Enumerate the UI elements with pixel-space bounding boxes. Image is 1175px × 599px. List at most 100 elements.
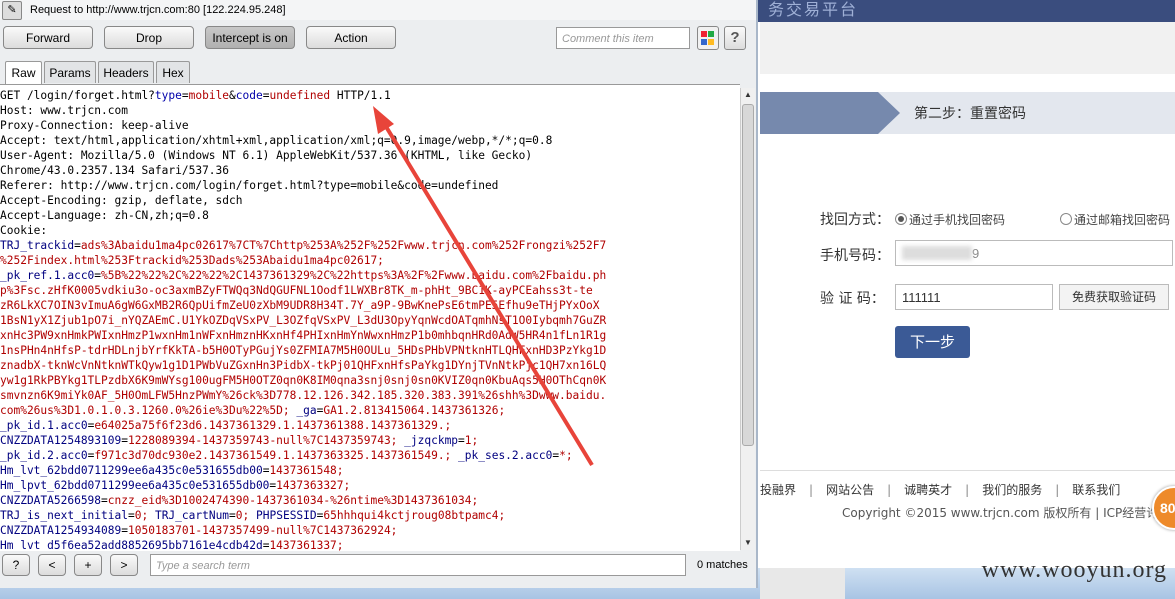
param-name: code (235, 89, 263, 102)
action-button[interactable]: Action (306, 26, 396, 49)
cookie-eq: = (229, 509, 236, 522)
header-line: Accept-Encoding: gzip, deflate, sdch (0, 194, 243, 207)
cookie-value: cnzz_eid%3D1002474390-1437361034-%26ntim… (107, 494, 479, 507)
code-input[interactable]: 111111 (895, 284, 1053, 310)
param-value: undefined (269, 89, 331, 102)
cookie-name: Hm_lpvt_62bdd0711299ee6a435c0e531655db00 (0, 479, 270, 492)
cookie-name: TRJ_cartNum (154, 509, 230, 522)
taskbar-item[interactable] (760, 568, 845, 599)
param-eq: = (181, 89, 189, 102)
param-amp: & (229, 89, 236, 102)
tab-raw[interactable]: Raw (5, 61, 42, 85)
intercept-toggle-button[interactable]: Intercept is on (205, 26, 295, 49)
cookie-value: znadbX-tknWcVnNtknWTkQyw1g1D1PWbVuZGxnHn… (0, 359, 607, 372)
raw-request-editor[interactable]: GET /login/forget.html?type=mobile&code=… (0, 84, 740, 551)
cookie-line: xnHc3PW9xnHmkPWIxnHmzP1wxnHm1nWFxnHmznHK… (0, 328, 606, 343)
header-line: Cookie: (0, 224, 48, 237)
radio-email[interactable]: 通过邮箱找回密码 (1060, 211, 1170, 228)
cookie-value: *; (559, 449, 573, 462)
cookie-eq: = (121, 434, 128, 447)
cookie-name: _ga (296, 404, 317, 417)
footer-link[interactable]: 网站公告 (826, 483, 874, 497)
cookie-line: Hm_lpvt_62bdd0711299ee6a435c0e531655db00… (0, 478, 350, 493)
footer-divider (760, 470, 1175, 471)
cookie-name: PHPSESSID (256, 509, 317, 522)
cookie-value: 1BsN1yX1Zjub1pO7i_nYQZAEmC.U1YkOZDqVSxPV… (0, 314, 607, 327)
header-line: Chrome/43.0.2357.134 Safari/537.36 (0, 164, 230, 177)
cookie-value: 0; (134, 509, 155, 522)
next-step-button[interactable]: 下一步 (895, 326, 970, 358)
cookie-line: smvnzn6K9miYk0AF_5H0OmLFW5HnzPWmY%26ck%3… (0, 388, 606, 403)
cookie-value: yw1g1RkPBYkg1TLPzdbX6K9mWYsg100ugFM5H0OT… (0, 374, 607, 387)
footer-link[interactable]: 我们的服务 (982, 483, 1042, 497)
cookie-eq: = (74, 239, 81, 252)
header-line: Host: www.trjcn.com (0, 104, 128, 117)
help-button[interactable]: ? (724, 26, 746, 50)
cookie-value: %5B%22%22%2C%22%22%2C1437361329%2C%22htt… (101, 269, 607, 282)
radio-phone-label: 通过手机找回密码 (909, 213, 1006, 227)
cookie-value: 1228089394-1437359743-null%7C1437359743; (128, 434, 405, 447)
cookie-value: p%3Fsc.zHfK0005vdkiu3o-oc3axmBZyFTWQq3Nd… (0, 284, 593, 297)
radio-dot-icon (1060, 213, 1072, 225)
step1-block (760, 92, 878, 134)
scroll-thumb[interactable] (742, 104, 754, 446)
cookie-line: TRJ_trackid=ads%3Abaidu1ma4pc02617%7CT%7… (0, 238, 606, 253)
cookie-line: znadbX-tknWcVnNtknWTkQyw1g1D1PWbVuZGxnHn… (0, 358, 606, 373)
vertical-scrollbar[interactable]: ▲ ▼ (740, 88, 755, 550)
cookie-line: p%3Fsc.zHfK0005vdkiu3o-oc3axmBZyFTWQq3Nd… (0, 283, 593, 298)
copyright-text: Copyright ©2015 www.trjcn.com 版权所有 | ICP… (842, 506, 1171, 520)
cookie-name: _pk_id.2.acc0 (0, 449, 88, 462)
site-brand: 务交易平台 (768, 0, 859, 19)
redacted-phone (902, 246, 972, 260)
search-prev-button[interactable]: < (38, 554, 66, 576)
step-arrow (878, 92, 900, 134)
tab-hex[interactable]: Hex (156, 61, 190, 83)
pencil-icon[interactable]: ✎ (2, 1, 22, 20)
footer-link[interactable]: 联系我们 (1072, 483, 1120, 497)
cookie-name: Hm_lvt_62bdd0711299ee6a435c0e531655db00 (0, 464, 263, 477)
cookie-value: 1050183701-1437357499-null%7C1437362924; (128, 524, 398, 537)
request-info-bar: ✎ Request to http://www.trjcn.com:80 [12… (0, 0, 756, 20)
cookie-name: _jzqckmp (404, 434, 459, 447)
match-count: 0 matches (697, 559, 748, 571)
cookie-line: 1nsPHn4nHfsP-tdrHDLnjbYrfKkTA-b5H0OTyPGu… (0, 343, 606, 358)
footer-link[interactable]: 诚聘英才 (904, 483, 952, 497)
cookie-line: Hm_lvt_62bdd0711299ee6a435c0e531655db00=… (0, 463, 344, 478)
search-help-button[interactable]: ? (2, 554, 30, 576)
recover-method-label: 找回方式： (820, 212, 890, 228)
footer-links: 投融界 | 网站公告 | 诚聘英才 | 我们的服务 | 联系我们 (760, 483, 1121, 497)
cookie-name: _pk_id.1.acc0 (0, 419, 88, 432)
scroll-up-icon[interactable]: ▲ (742, 89, 754, 101)
cookie-line: CNZZDATA5266598=cnzz_eid%3D1002474390-14… (0, 493, 478, 508)
cookie-name: CNZZDATA5266598 (0, 494, 102, 507)
search-add-button[interactable]: + (74, 554, 102, 576)
forward-button[interactable]: Forward (3, 26, 93, 49)
cookie-line: Hm_lvt_d5f6ea52add8852695bb7161e4cdb42d=… (0, 538, 344, 551)
scroll-down-icon[interactable]: ▼ (742, 537, 754, 549)
cookie-line: zR6LkXC7OIN3vImuA6gW6GxMB2R6QpUifmZeU0zX… (0, 298, 599, 313)
phone-suffix: 9 (972, 246, 980, 261)
request-line: GET /login/forget.html?type=mobile&code=… (0, 88, 391, 103)
cookie-value: 1nsPHn4nHfsP-tdrHDLnjbYrfKkTA-b5H0OTyPGu… (0, 344, 607, 357)
request-title: Request to http://www.trjcn.com:80 [122.… (30, 4, 286, 16)
comment-input[interactable]: Comment this item (556, 27, 690, 49)
cookie-value: %252Findex.html%253Ftrackid%253Dads%253A… (0, 254, 384, 267)
header-line: Proxy-Connection: keep-alive (0, 119, 189, 132)
tab-params[interactable]: Params (44, 61, 96, 83)
drop-button[interactable]: Drop (104, 26, 194, 49)
tab-headers[interactable]: Headers (98, 61, 154, 83)
search-next-button[interactable]: > (110, 554, 138, 576)
search-input[interactable]: Type a search term (150, 554, 686, 576)
cookie-eq: = (101, 494, 108, 507)
phone-input[interactable]: 9 (895, 240, 1173, 266)
radio-phone[interactable]: 通过手机找回密码 (895, 211, 1005, 228)
get-sms-code-button[interactable]: 免费获取验证码 (1059, 284, 1169, 310)
highlight-color-icon[interactable] (697, 26, 719, 50)
phone-label: 手机号码： (820, 248, 890, 264)
floating-service-button[interactable]: 80 (1152, 486, 1175, 530)
footer-link[interactable]: 投融界 (760, 483, 796, 497)
cookie-eq: = (458, 434, 465, 447)
radio-email-label: 通过邮箱找回密码 (1074, 213, 1171, 227)
cookie-value: GA1.2.813415064.1437361326; (323, 404, 506, 417)
radio-dot-icon (895, 213, 907, 225)
